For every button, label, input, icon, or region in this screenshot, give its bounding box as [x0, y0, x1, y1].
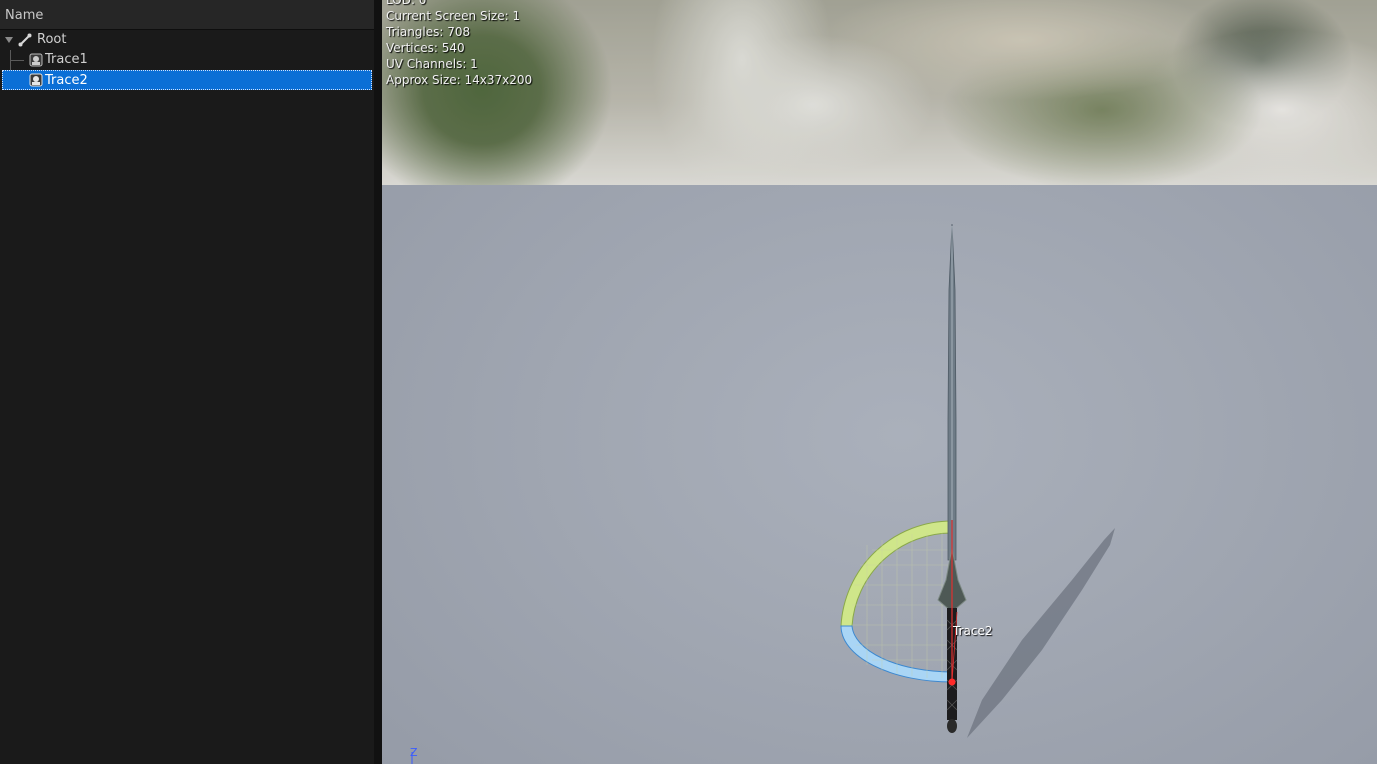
tree-row-root[interactable]: Root	[2, 30, 372, 50]
tree-row-trace1[interactable]: Trace1	[2, 50, 372, 70]
persona-editor-window: Name Root Trace1 Trace2 LOD: 0 Current S…	[0, 0, 1377, 764]
socket-pivot-icon	[948, 678, 956, 686]
socket-icon	[29, 73, 43, 87]
stat-approx-size: Approx Size: 14x37x200	[386, 73, 533, 87]
stat-lod: LOD: 0	[386, 0, 427, 7]
column-header-name[interactable]: Name	[0, 0, 374, 30]
socket-label: Trace2	[953, 624, 993, 638]
axis-z-label: Z	[410, 746, 418, 759]
tree-item-label: Trace1	[45, 52, 88, 67]
skeleton-tree-panel: Name Root Trace1 Trace2	[0, 0, 375, 764]
tree-row-trace2[interactable]: Trace2	[2, 70, 372, 90]
scene-render	[411, 223, 1115, 764]
stat-vertices: Vertices: 540	[386, 41, 465, 55]
pommel	[947, 719, 957, 733]
bone-icon	[18, 33, 32, 47]
preview-viewport[interactable]: LOD: 0 Current Screen Size: 1 Triangles:…	[382, 0, 1377, 764]
expand-arrow-icon[interactable]	[5, 37, 13, 43]
socket-icon	[29, 53, 43, 67]
stat-screen-size: Current Screen Size: 1	[386, 9, 521, 23]
tree-item-label: Trace2	[45, 73, 88, 88]
panel-splitter[interactable]	[374, 0, 382, 764]
viewport-stats-overlay: LOD: 0 Current Screen Size: 1 Triangles:…	[386, 0, 532, 88]
stat-uv-channels: UV Channels: 1	[386, 57, 478, 71]
tree-item-label: Root	[37, 32, 67, 47]
rotation-gizmo[interactable]	[840, 520, 953, 683]
stat-triangles: Triangles: 708	[386, 25, 471, 39]
